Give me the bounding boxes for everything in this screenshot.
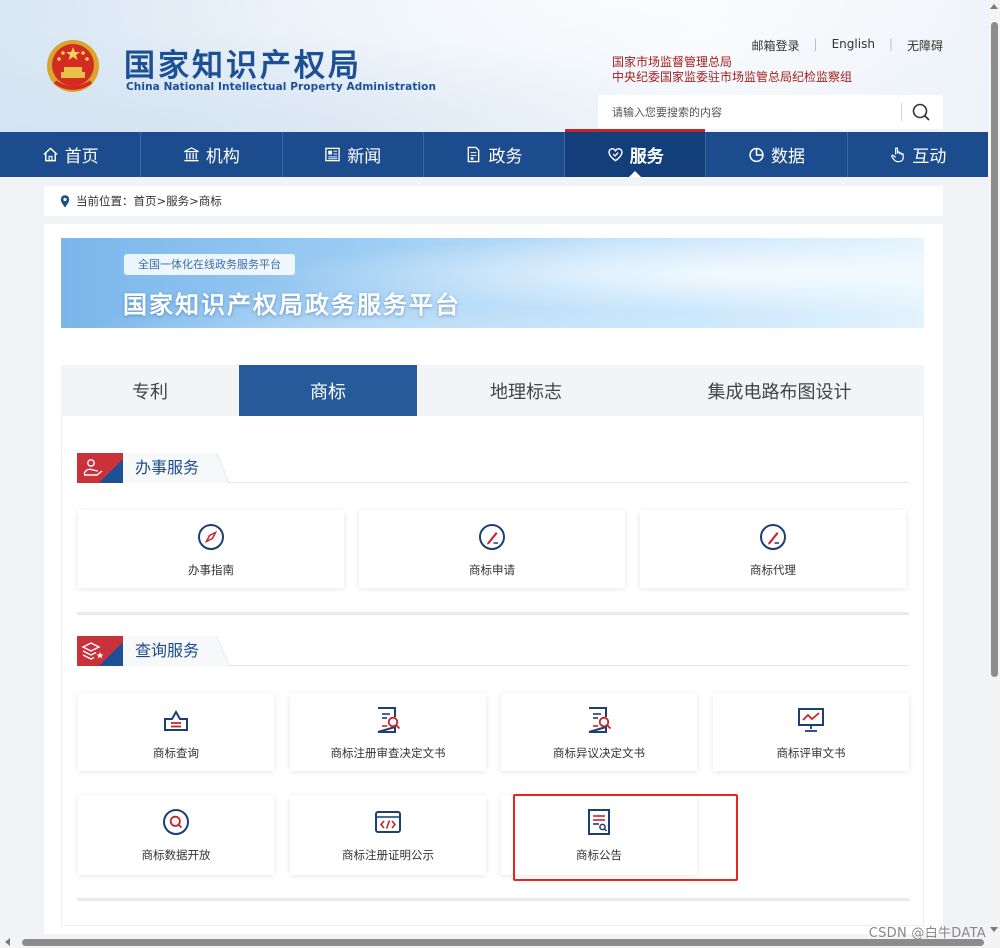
hand-pointer-icon — [891, 147, 905, 163]
location-pin-icon — [60, 194, 70, 207]
card-label: 商标公告 — [576, 848, 622, 862]
card-label: 商标代理 — [750, 563, 796, 577]
search-icon[interactable] — [908, 100, 934, 124]
announcement-document-icon — [588, 809, 610, 835]
card-label: 商标申请 — [469, 563, 515, 577]
code-window-icon — [375, 811, 401, 833]
document-search-icon — [588, 707, 612, 733]
nav-label: 数据 — [771, 147, 806, 167]
nav-item-government-affairs[interactable]: 政务 — [424, 132, 566, 177]
section-title: 办事服务 — [123, 453, 229, 483]
nav-item-institution[interactable]: 机构 — [141, 132, 283, 177]
card-trademark-search[interactable]: 商标查询 — [78, 693, 274, 771]
top-links: 邮箱登录 | English | 无障碍 — [738, 37, 943, 54]
agency-samr-link[interactable]: 国家市场监督管理总局 — [612, 55, 852, 70]
nav-item-news[interactable]: 新闻 — [283, 132, 424, 177]
card-label: 商标注册证明公示 — [342, 848, 434, 862]
section-divider — [77, 612, 909, 615]
section-header-query: 查询服务 — [77, 636, 909, 667]
watermark-text: CSDN @白牛DATA — [868, 926, 986, 941]
service-heart-icon — [608, 148, 623, 162]
search-input[interactable] — [598, 95, 888, 129]
card-handling-guide[interactable]: 办事指南 — [78, 510, 344, 588]
layers-query-icon — [77, 636, 123, 666]
nav-label: 互动 — [912, 147, 947, 167]
breadcrumb: 当前位置：首页>服务>商标 — [44, 186, 943, 216]
inbox-tray-icon — [164, 709, 188, 731]
card-registration-review-decision[interactable]: 商标注册审查决定文书 — [290, 693, 486, 771]
nav-label: 机构 — [205, 147, 240, 167]
pie-chart-icon — [749, 147, 764, 163]
search-divider — [901, 103, 902, 121]
agency-discipline-link[interactable]: 中央纪委国家监委驻市场监管总局纪检监察组 — [612, 70, 852, 85]
search-circle-icon — [163, 809, 189, 835]
tab-geographical-indication[interactable]: 地理标志 — [417, 365, 635, 416]
card-trademark-agency[interactable]: 商标代理 — [640, 510, 906, 588]
nav-item-data[interactable]: 数据 — [706, 132, 848, 177]
horizontal-scroll-thumb[interactable] — [22, 939, 984, 946]
section-title: 查询服务 — [123, 636, 229, 666]
national-emblem-icon — [47, 40, 99, 92]
card-label: 商标查询 — [153, 746, 199, 760]
category-tabs: 专利 商标 地理标志 集成电路布图设计 — [61, 365, 924, 416]
logo-chinese-name[interactable]: 国家知识产权局 — [124, 40, 362, 85]
site-header: 国家知识产权局 China National Intellectual Prop… — [0, 0, 988, 132]
tab-ic-layout-design[interactable]: 集成电路布图设计 — [635, 365, 924, 416]
service-platform-banner[interactable]: 全国一体化在线政务服务平台 国家知识产权局政务服务平台 — [61, 238, 924, 328]
card-trademark-application[interactable]: 商标申请 — [359, 510, 625, 588]
banner-title: 国家知识产权局政务服务平台 — [123, 291, 461, 319]
scroll-left-icon[interactable] — [5, 938, 10, 946]
pen-badge-icon — [760, 524, 786, 550]
search-box — [598, 95, 943, 129]
card-label: 商标注册审查决定文书 — [330, 746, 446, 760]
card-review-documents[interactable]: 商标评审文书 — [713, 693, 909, 771]
document-search-icon — [377, 707, 401, 733]
agency-names: 国家市场监督管理总局 中央纪委国家监委驻市场监管总局纪检监察组 — [612, 55, 852, 85]
document-icon — [468, 146, 480, 163]
main-panel: 全国一体化在线政务服务平台 国家知识产权局政务服务平台 专利 商标 地理标志 集… — [44, 224, 943, 934]
horizontal-scrollbar[interactable] — [0, 936, 1000, 948]
scroll-down-icon[interactable] — [990, 927, 998, 932]
card-trademark-announcement[interactable]: 商标公告 — [501, 795, 697, 875]
english-link[interactable]: English — [818, 37, 889, 54]
breadcrumb-text[interactable]: 当前位置：首页>服务>商标 — [76, 193, 222, 209]
logo-english-name[interactable]: China National Intellectual Property Adm… — [126, 81, 436, 93]
accessibility-link[interactable]: 无障碍 — [893, 37, 943, 54]
section-divider — [77, 898, 909, 901]
tab-trademark[interactable]: 商标 — [239, 365, 417, 416]
vertical-scroll-thumb[interactable] — [991, 22, 998, 677]
card-data-opening[interactable]: 商标数据开放 — [78, 795, 274, 875]
card-registration-certificate-publicity[interactable]: 商标注册证明公示 — [290, 795, 486, 875]
pen-badge-icon — [479, 524, 505, 550]
handshake-service-icon — [77, 453, 123, 483]
section-header-handling: 办事服务 — [77, 453, 909, 484]
card-label: 办事指南 — [188, 563, 234, 577]
card-label: 商标评审文书 — [776, 746, 846, 760]
nav-item-service[interactable]: 服务 — [565, 129, 707, 177]
nav-item-home[interactable]: 首页 — [0, 132, 142, 177]
tab-patent[interactable]: 专利 — [61, 365, 239, 416]
main-nav: 首页 机构 新闻 政务 服务 数据 互动 — [0, 129, 988, 177]
home-icon — [43, 147, 58, 162]
newspaper-icon — [325, 147, 340, 162]
banner-chip: 全国一体化在线政务服务平台 — [124, 254, 295, 275]
card-label: 商标异议决定文书 — [553, 746, 645, 760]
nav-label: 政务 — [488, 147, 523, 167]
vertical-scrollbar[interactable] — [988, 0, 1000, 936]
mail-login-link[interactable]: 邮箱登录 — [738, 37, 814, 54]
card-opposition-decision[interactable]: 商标异议决定文书 — [501, 693, 697, 771]
compass-icon — [198, 524, 224, 550]
nav-item-interaction[interactable]: 互动 — [848, 132, 988, 177]
building-icon — [184, 147, 199, 162]
presentation-chart-icon — [798, 708, 824, 732]
scroll-up-icon[interactable] — [990, 4, 998, 9]
card-label: 商标数据开放 — [141, 848, 211, 862]
tab-content: 办事服务 办事指南 商标申请 商标代理 查询服务 商标查询 商标注册审查决定文书… — [61, 416, 924, 926]
nav-label: 首页 — [64, 147, 99, 167]
nav-label: 新闻 — [347, 147, 382, 167]
nav-label: 服务 — [629, 147, 664, 167]
